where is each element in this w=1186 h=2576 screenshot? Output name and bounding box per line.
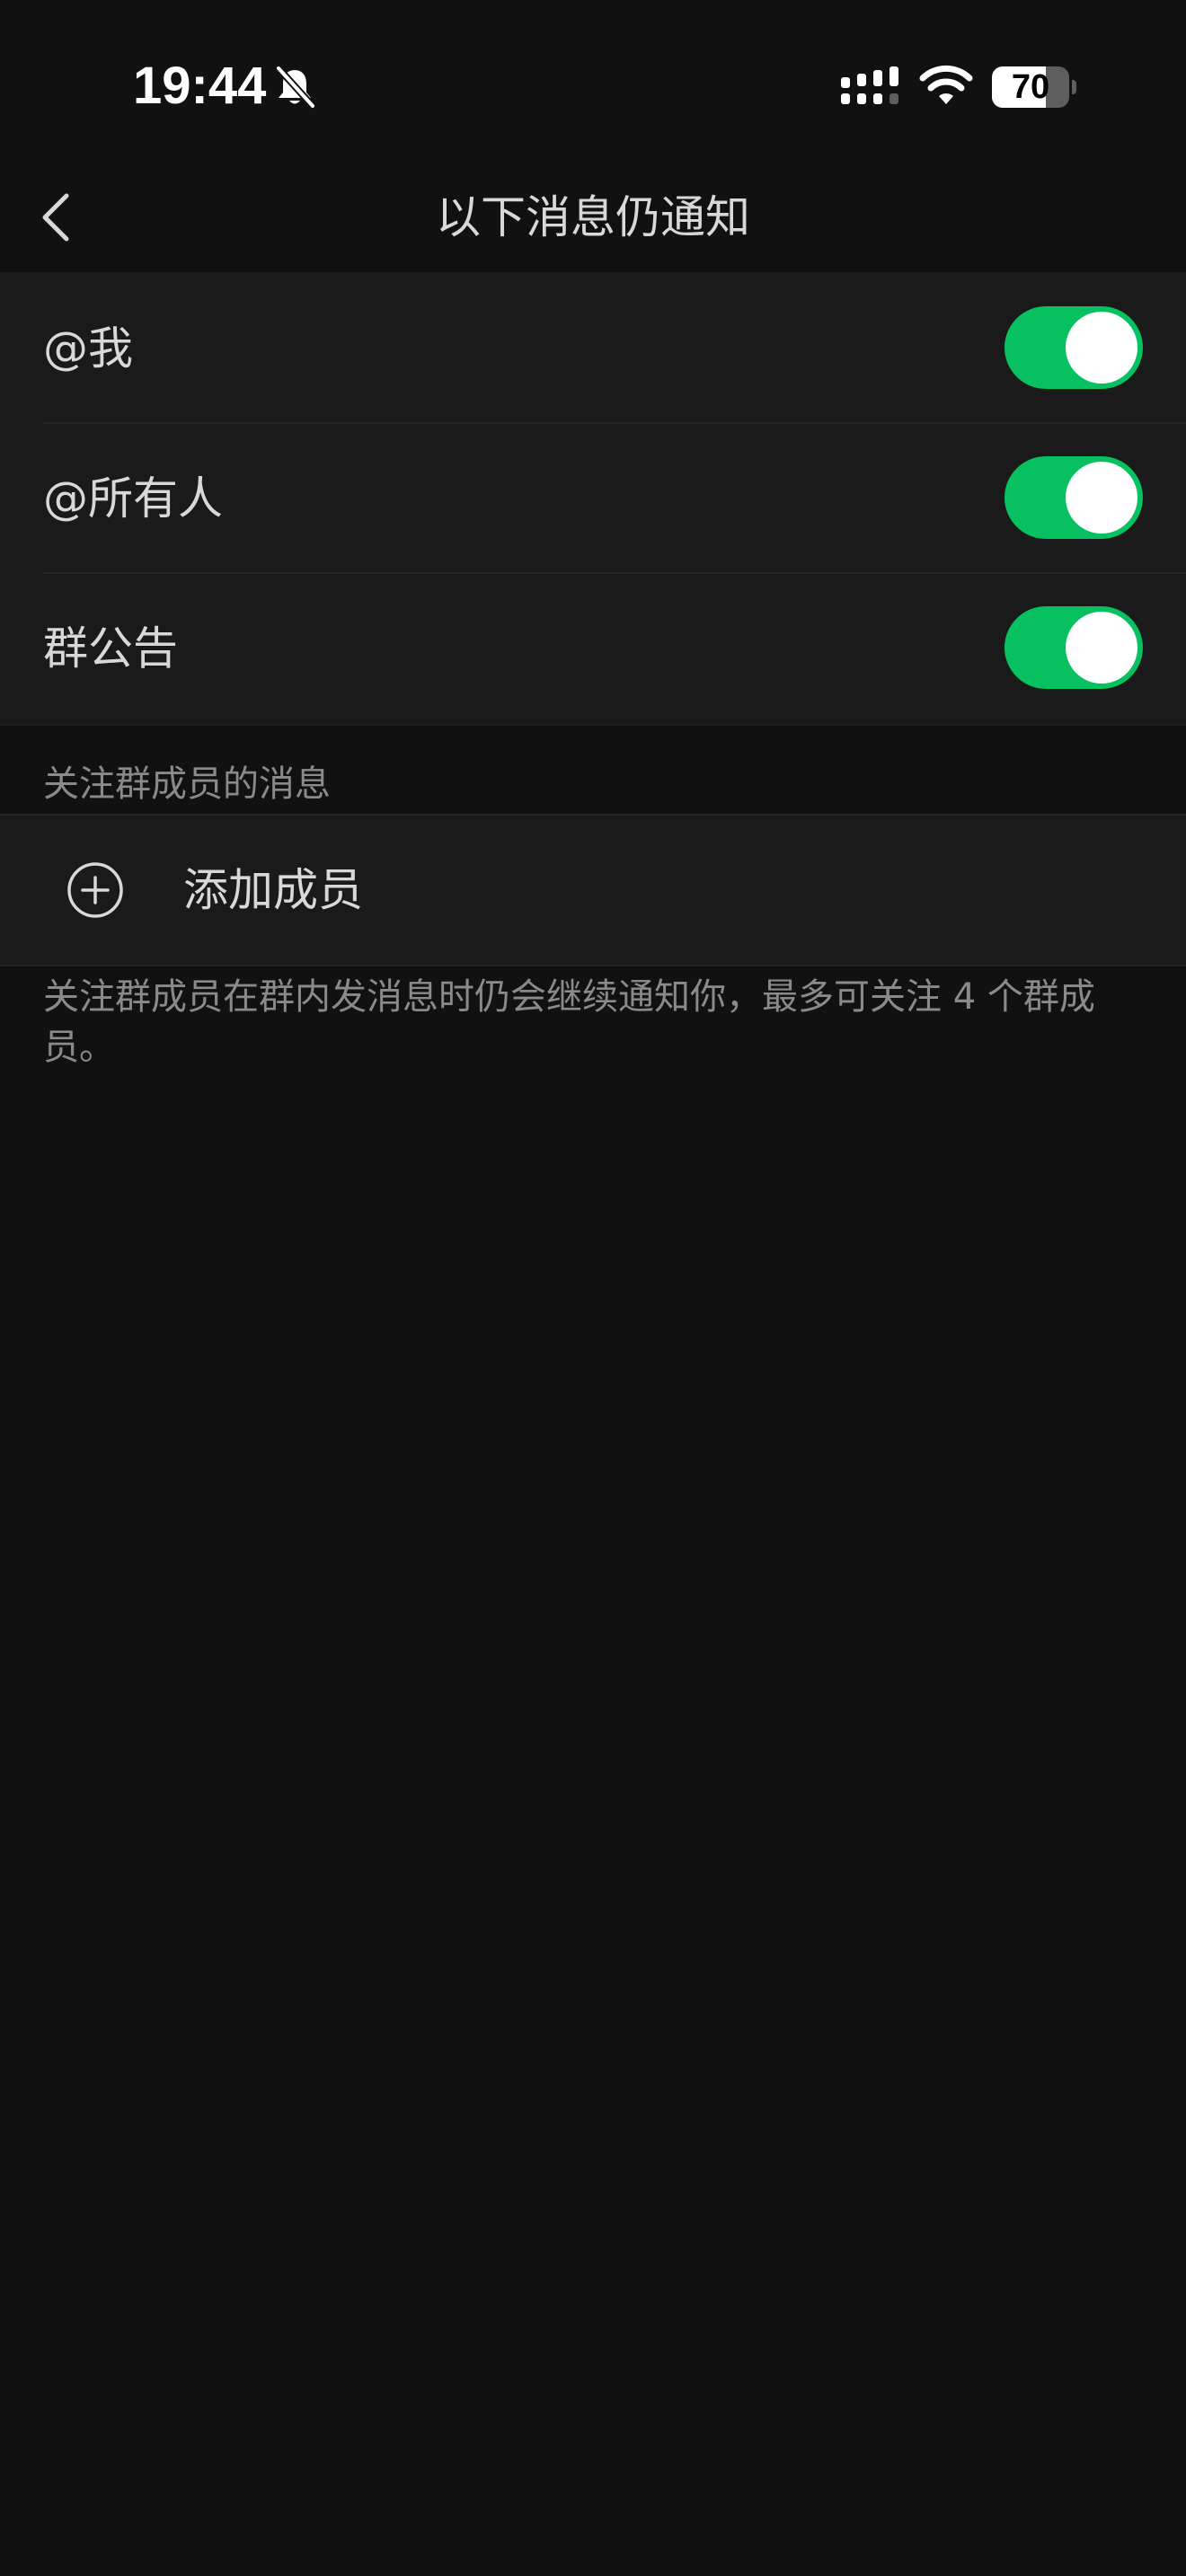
group-divider — [0, 724, 1186, 726]
settings-group: @我 @所有人 群公告 — [0, 274, 1186, 725]
group-notice-toggle[interactable] — [1005, 606, 1143, 689]
back-button[interactable] — [32, 181, 104, 253]
wifi-icon — [919, 65, 973, 104]
cellular-signal-icon — [841, 66, 898, 104]
setting-row-mention-all: @所有人 — [0, 424, 1186, 574]
setting-label: @所有人 — [43, 472, 223, 525]
mention-me-toggle[interactable] — [1005, 306, 1143, 389]
mention-all-toggle[interactable] — [1005, 456, 1143, 539]
section-header: 关注群成员的消息 — [43, 763, 331, 805]
page-title: 以下消息仍通知 — [436, 191, 750, 243]
footer-note: 关注群成员在群内发消息时仍会继续通知你，最多可关注 4 个群成员。 — [43, 976, 1095, 1068]
add-member-button[interactable]: 添加成员 — [0, 814, 1186, 966]
plus-circle-icon — [67, 862, 123, 918]
chevron-left-icon — [42, 193, 69, 242]
setting-label: @我 — [43, 322, 133, 375]
battery-icon: 70 — [992, 66, 1076, 108]
status-bar: 19:44 70 — [0, 0, 1186, 162]
status-time: 19:44 — [133, 57, 267, 115]
battery-level: 70 — [1011, 68, 1050, 106]
nav-bar: 以下消息仍通知 — [0, 162, 1186, 273]
setting-row-mention-me: @我 — [0, 274, 1186, 424]
add-member-label: 添加成员 — [183, 864, 363, 916]
setting-row-group-notice: 群公告 — [0, 574, 1186, 724]
setting-label: 群公告 — [43, 622, 178, 675]
bell-slash-icon — [276, 66, 315, 109]
